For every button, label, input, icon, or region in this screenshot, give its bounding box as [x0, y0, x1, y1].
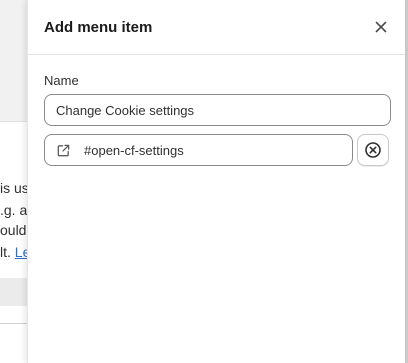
- background-divider: [0, 323, 28, 324]
- background-bar: [0, 278, 28, 306]
- link-input-value: #open-cf-settings: [84, 142, 184, 158]
- name-input-value: Change Cookie settings: [56, 102, 195, 118]
- background-text: lt.: [0, 244, 11, 260]
- background-divider: [0, 121, 28, 122]
- background-text-line: is us: [0, 180, 29, 196]
- close-icon: [375, 21, 387, 33]
- background-text-line: lt. Le: [0, 244, 30, 260]
- circle-x-icon: [365, 142, 381, 158]
- background-header: [0, 0, 28, 122]
- background-text-line: ould: [0, 222, 27, 238]
- name-label: Name: [44, 73, 79, 88]
- name-input[interactable]: Change Cookie settings: [44, 94, 391, 126]
- close-button[interactable]: [369, 15, 393, 39]
- external-link-icon: [56, 142, 72, 158]
- drawer-header: Add menu item: [28, 0, 405, 55]
- link-row: #open-cf-settings: [44, 134, 389, 166]
- background-text-line: .g. a: [0, 202, 28, 218]
- drawer-body: Name Change Cookie settings #open-cf-set…: [28, 55, 405, 166]
- drawer-title: Add menu item: [44, 18, 153, 36]
- link-input[interactable]: #open-cf-settings: [44, 134, 354, 166]
- remove-link-button[interactable]: [357, 134, 389, 166]
- add-menu-item-drawer: Add menu item Name Change Cookie setting…: [27, 0, 405, 363]
